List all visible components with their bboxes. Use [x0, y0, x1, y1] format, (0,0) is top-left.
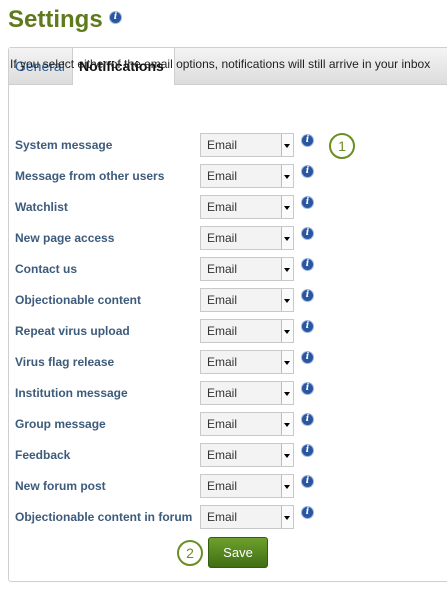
- dropdown-arrow-icon[interactable]: [281, 227, 293, 249]
- notification-method-select[interactable]: Email: [200, 288, 294, 312]
- select-value: Email: [207, 293, 238, 307]
- select-value: Email: [207, 355, 238, 369]
- save-button[interactable]: Save: [208, 537, 268, 568]
- notification-method-select[interactable]: Email: [200, 412, 294, 436]
- notification-row-group-message: Group message Email i: [15, 412, 345, 436]
- select-value: Email: [207, 169, 238, 183]
- notification-row-virus-flag-release: Virus flag release Email i: [15, 350, 345, 374]
- info-icon[interactable]: i: [302, 346, 313, 364]
- info-icon[interactable]: i: [302, 501, 313, 519]
- notification-method-select[interactable]: Email: [200, 226, 294, 250]
- select-value: Email: [207, 324, 238, 338]
- select-value: Email: [207, 231, 238, 245]
- notification-row-new-page-access: New page access Email i: [15, 226, 345, 250]
- notification-label: New page access: [15, 231, 115, 245]
- dropdown-arrow-icon[interactable]: [281, 506, 293, 528]
- notification-method-select[interactable]: Email: [200, 443, 294, 467]
- notification-label: Virus flag release: [15, 355, 115, 369]
- notification-label: Objectionable content: [15, 293, 142, 307]
- info-icon[interactable]: i: [302, 222, 313, 240]
- info-icon[interactable]: i: [302, 377, 313, 395]
- notification-label: Objectionable content in forum: [15, 510, 193, 524]
- info-icon[interactable]: i: [302, 315, 313, 333]
- dropdown-arrow-icon[interactable]: [281, 413, 293, 435]
- notification-label: Group message: [15, 417, 106, 431]
- info-icon[interactable]: i: [302, 160, 313, 178]
- notification-row-objectionable-content-in-forum: Objectionable content in forum Email i: [15, 505, 345, 529]
- notification-row-repeat-virus-upload: Repeat virus upload Email i: [15, 319, 345, 343]
- dropdown-arrow-icon[interactable]: [281, 165, 293, 187]
- info-icon[interactable]: i: [302, 284, 313, 302]
- select-value: Email: [207, 138, 238, 152]
- notification-method-select[interactable]: Email: [200, 350, 294, 374]
- notification-row-system-message: System message Email i: [15, 133, 345, 157]
- select-value: Email: [207, 200, 238, 214]
- notification-row-message-from-other-users: Message from other users Email i: [15, 164, 345, 188]
- notification-row-watchlist: Watchlist Email i: [15, 195, 345, 219]
- dropdown-arrow-icon[interactable]: [281, 196, 293, 218]
- notification-method-select[interactable]: Email: [200, 164, 294, 188]
- notification-method-select[interactable]: Email: [200, 257, 294, 281]
- dropdown-arrow-icon[interactable]: [281, 320, 293, 342]
- notification-method-select[interactable]: Email: [200, 195, 294, 219]
- intro-text: If you select either of the email option…: [10, 57, 431, 71]
- info-icon[interactable]: i: [302, 408, 313, 426]
- select-value: Email: [207, 386, 238, 400]
- notification-method-select[interactable]: Email: [200, 474, 294, 498]
- notification-row-objectionable-content: Objectionable content Email i: [15, 288, 345, 312]
- info-icon[interactable]: i: [302, 191, 313, 209]
- notification-label: Feedback: [15, 448, 71, 462]
- info-icon[interactable]: i: [302, 253, 313, 271]
- settings-panel: General Notifications: [8, 47, 447, 582]
- notification-row-feedback: Feedback Email i: [15, 443, 345, 467]
- dropdown-arrow-icon[interactable]: [281, 475, 293, 497]
- notification-label: Institution message: [15, 386, 128, 400]
- info-icon[interactable]: i: [302, 470, 313, 488]
- notification-label: Repeat virus upload: [15, 324, 130, 338]
- select-value: Email: [207, 448, 238, 462]
- select-value: Email: [207, 417, 238, 431]
- notification-method-select[interactable]: Email: [200, 505, 294, 529]
- notification-method-select[interactable]: Email: [200, 381, 294, 405]
- select-value: Email: [207, 479, 238, 493]
- dropdown-arrow-icon[interactable]: [281, 351, 293, 373]
- dropdown-arrow-icon[interactable]: [281, 289, 293, 311]
- notification-row-institution-message: Institution message Email i: [15, 381, 345, 405]
- select-value: Email: [207, 510, 238, 524]
- info-icon[interactable]: i: [302, 129, 313, 147]
- notification-row-new-forum-post: New forum post Email i: [15, 474, 345, 498]
- dropdown-arrow-icon[interactable]: [281, 444, 293, 466]
- dropdown-arrow-icon[interactable]: [281, 258, 293, 280]
- notification-label: Contact us: [15, 262, 78, 276]
- notification-label: System message: [15, 138, 113, 152]
- notification-label: Watchlist: [15, 200, 68, 214]
- notification-row-contact-us: Contact us Email i: [15, 257, 345, 281]
- info-icon[interactable]: i: [302, 439, 313, 457]
- select-value: Email: [207, 262, 238, 276]
- notification-label: Message from other users: [15, 169, 165, 183]
- notification-method-select[interactable]: Email: [200, 319, 294, 343]
- dropdown-arrow-icon[interactable]: [281, 134, 293, 156]
- callout-2: 2: [177, 540, 203, 566]
- notification-method-select[interactable]: Email: [200, 133, 294, 157]
- page-title: Settings: [8, 6, 103, 33]
- dropdown-arrow-icon[interactable]: [281, 382, 293, 404]
- info-icon[interactable]: i: [110, 6, 121, 24]
- callout-1: 1: [329, 133, 355, 159]
- notification-label: New forum post: [15, 479, 106, 493]
